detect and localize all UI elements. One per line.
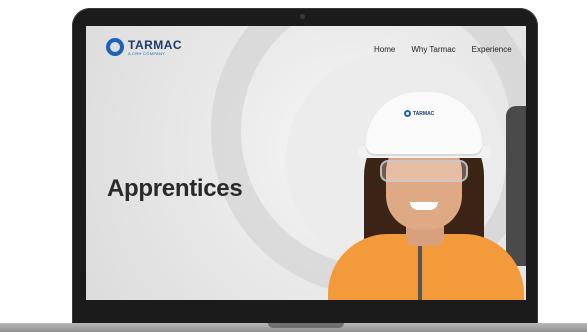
safety-glasses bbox=[380, 160, 468, 182]
page-title: Apprentices bbox=[107, 175, 243, 202]
nav-link-why-tarmac[interactable]: Why Tarmac bbox=[411, 45, 455, 54]
logo-ring-icon bbox=[106, 38, 124, 56]
helmet-logo: TARMAC bbox=[404, 110, 434, 117]
hard-hat bbox=[366, 92, 482, 154]
helmet-logo-text: TARMAC bbox=[413, 110, 435, 117]
brand-tagline: A CRH COMPANY bbox=[128, 50, 166, 56]
helmet-logo-ring-icon bbox=[404, 110, 411, 117]
lanyard bbox=[418, 244, 422, 300]
brand-name: TARMAC bbox=[128, 37, 183, 52]
laptop-notch bbox=[268, 323, 344, 328]
webpage-screen: TARMAC A CRH COMPANY Home Why Tarmac Exp… bbox=[86, 26, 526, 300]
main-nav: Home Why Tarmac Experience bbox=[374, 45, 512, 54]
smile-shape bbox=[410, 202, 438, 210]
nav-link-experience[interactable]: Experience bbox=[472, 45, 512, 54]
brand-logo[interactable]: TARMAC A CRH COMPANY bbox=[106, 38, 182, 56]
hero-person-image: TARMAC bbox=[322, 56, 526, 300]
camera-icon bbox=[300, 14, 305, 19]
nav-link-home[interactable]: Home bbox=[374, 45, 395, 54]
